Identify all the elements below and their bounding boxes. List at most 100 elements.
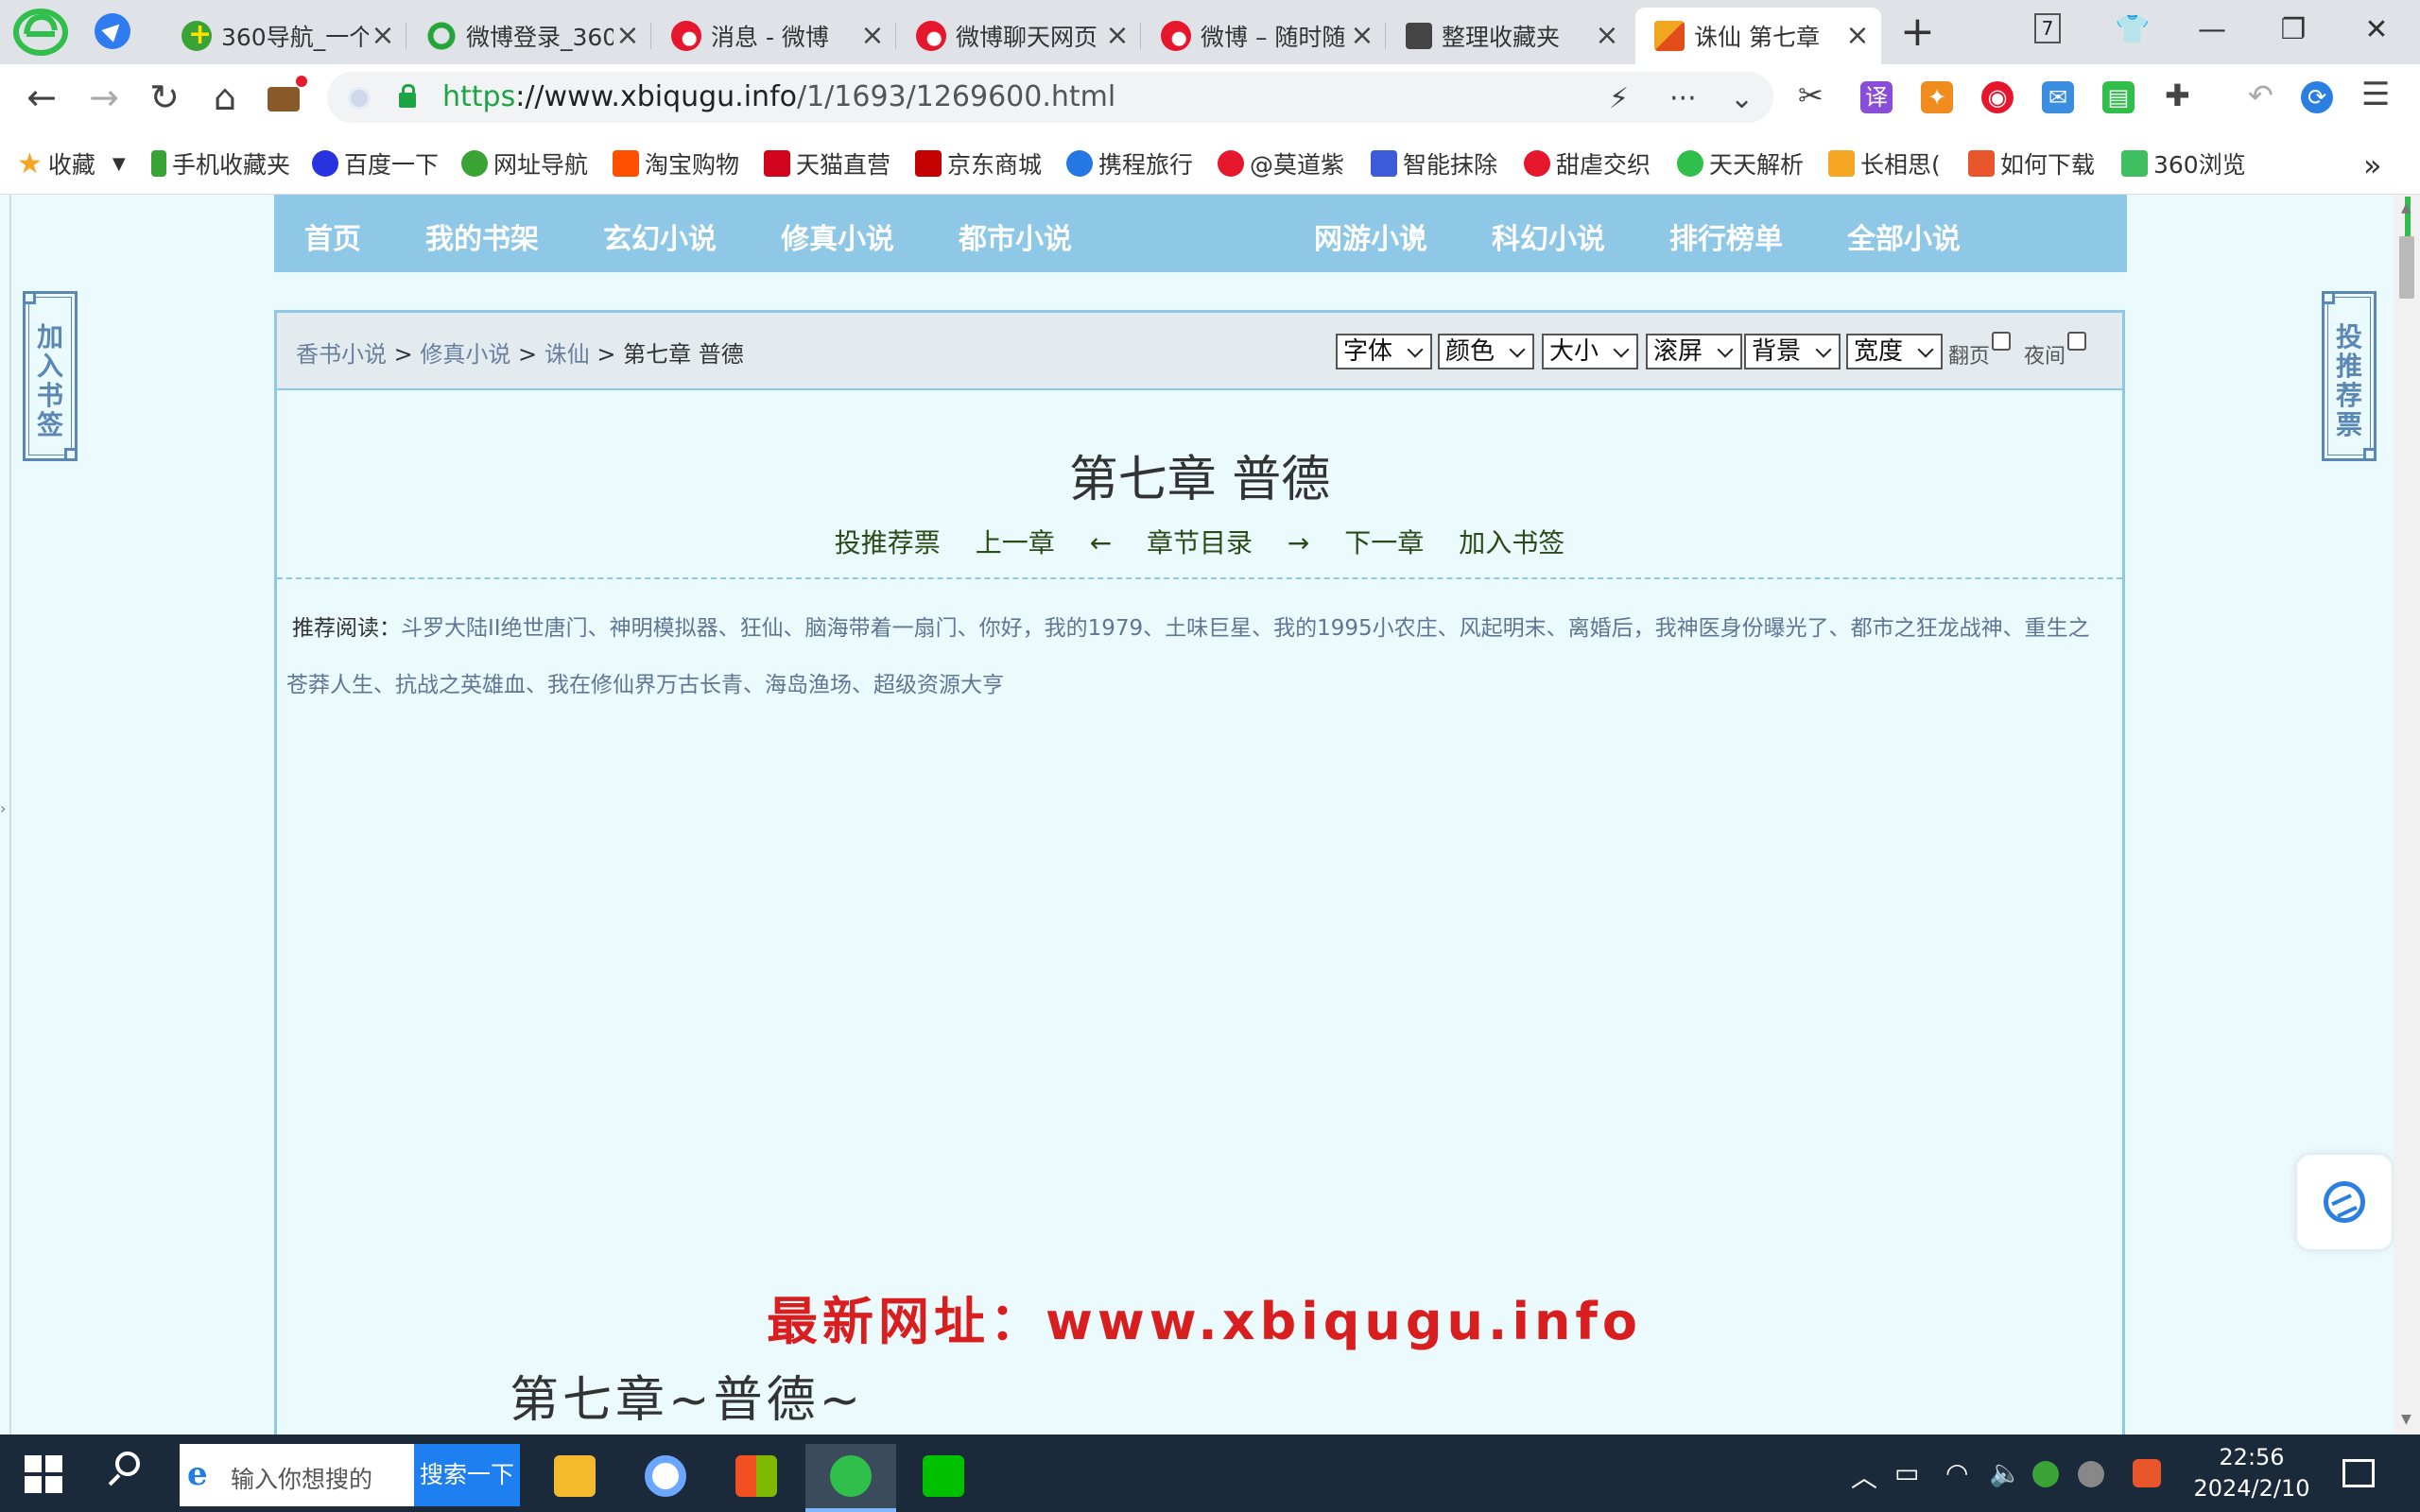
floating-assistant-button[interactable] [2297, 1155, 2392, 1249]
restore-icon[interactable]: ❐ [2274, 13, 2312, 46]
close-tab-icon[interactable]: × [369, 22, 397, 50]
night-mode-checkbox[interactable] [2067, 332, 2087, 351]
close-tab-icon[interactable]: × [858, 22, 887, 50]
bookmark-item[interactable]: 360浏览 [2121, 147, 2244, 180]
store-icon[interactable] [711, 1444, 802, 1512]
bookmark-item[interactable]: 甜虐交织 [1524, 147, 1654, 180]
bookmark-item[interactable]: 如何下载 [1968, 147, 2100, 180]
recommend-books[interactable]: 斗罗大陆II绝世唐门、神明模拟器、狂仙、脑海带着一扇门、你好，我的1979、土味… [286, 616, 2090, 697]
font-select[interactable]: 字体 [1336, 334, 1433, 369]
tab-weibo-chat[interactable]: 微博聊天网页 × [897, 8, 1141, 64]
360-browser-logo-icon[interactable] [13, 8, 68, 57]
bookmark-item[interactable]: 手机收藏夹 [151, 147, 290, 180]
back-icon[interactable]: ← [21, 77, 62, 117]
more-options-icon[interactable]: ··· [1669, 82, 1697, 115]
wifi-icon[interactable]: ◠ [1945, 1457, 1968, 1488]
menu-icon[interactable]: ☰ [2361, 76, 2390, 113]
vote-link[interactable]: 投推荐票 [835, 527, 941, 558]
color-select[interactable]: 颜色 [1438, 334, 1535, 369]
width-select[interactable]: 宽度 [1846, 334, 1944, 369]
scissors-icon[interactable]: ✂ [1798, 77, 1824, 113]
file-explorer-icon[interactable] [529, 1444, 620, 1512]
bookmark-item[interactable]: 天猫直营 [764, 147, 890, 180]
close-tab-icon[interactable]: × [1593, 22, 1621, 50]
notes-icon[interactable]: ▤ [2102, 81, 2135, 113]
bookmark-favorites[interactable]: ★ 收藏 ▼ [17, 147, 126, 180]
tab-counter[interactable]: 7 [2034, 13, 2061, 43]
close-tab-icon[interactable]: × [1103, 22, 1132, 50]
next-chapter-link[interactable]: 下一章 [1344, 527, 1424, 558]
briefcase-icon[interactable] [263, 76, 307, 112]
background-select[interactable]: 背景 [1744, 334, 1841, 369]
extensions-icon[interactable]: ✚ [2165, 77, 2190, 113]
breadcrumb-site[interactable]: 香书小说 [296, 341, 387, 368]
breadcrumb-book[interactable]: 诛仙 [544, 341, 590, 368]
address-bar[interactable]: https://www.xbiqugu.info/1/1693/1269600.… [327, 72, 1773, 123]
bookmark-item[interactable]: 淘宝购物 [613, 147, 739, 180]
pinned-tab-icon[interactable] [95, 13, 130, 49]
nav-xiuzhen[interactable]: 修真小说 [781, 215, 894, 257]
reload-icon[interactable]: ↻ [144, 77, 185, 117]
volume-icon[interactable]: 🔈 [1989, 1457, 2022, 1488]
nav-ranking[interactable]: 排行榜单 [1669, 215, 1783, 257]
night-mode-toggle[interactable]: 夜间 [2024, 332, 2087, 369]
bookmark-item[interactable]: 京东商城 [915, 147, 1042, 180]
bookmark-item[interactable]: @莫道紫 [1218, 147, 1348, 180]
add-bookmark-link[interactable]: 加入书签 [1459, 527, 1564, 558]
close-tab-icon[interactable]: × [1843, 22, 1872, 50]
360-tray-icon[interactable] [2032, 1461, 2059, 1487]
bookmark-item[interactable]: 携程旅行 [1066, 147, 1193, 180]
search-icon[interactable] [115, 1452, 140, 1476]
toc-link[interactable]: 章节目录 [1147, 527, 1253, 558]
bookmark-item[interactable]: 天天解析 [1677, 147, 1807, 180]
lightning-icon[interactable]: ⚡ [1609, 82, 1629, 115]
show-hidden-icons[interactable]: ︿ [1851, 1457, 1877, 1495]
scrollbar-thumb[interactable] [2399, 236, 2414, 299]
app-hub-icon[interactable] [620, 1444, 711, 1512]
tab-360-nav[interactable]: 360导航_一个 × [163, 8, 406, 64]
weibo-icon[interactable]: ◉ [1981, 81, 2014, 113]
battery-icon[interactable]: ▭ [1894, 1457, 1919, 1488]
minimize-icon[interactable]: — [2193, 13, 2231, 46]
new-tab-icon[interactable]: + [1900, 11, 1935, 53]
side-vote-button[interactable]: 投推荐票 [2322, 291, 2377, 461]
taskbar-search-placeholder[interactable]: 输入你想搜的 [231, 1461, 372, 1495]
chevron-down-icon[interactable]: ⌄ [1730, 82, 1754, 115]
iqiyi-icon[interactable] [898, 1444, 989, 1512]
windows-start-icon[interactable] [25, 1455, 62, 1493]
tab-weibo-login[interactable]: 微博登录_360 × [407, 8, 651, 64]
page-flip-toggle[interactable]: 翻页 [1948, 332, 2012, 369]
skin-icon[interactable]: 👕 [2114, 13, 2152, 46]
dropdown-icon[interactable]: ▼ [112, 154, 126, 174]
lock-icon[interactable] [399, 84, 416, 108]
prev-chapter-link[interactable]: 上一章 [976, 527, 1055, 558]
nav-home[interactable]: 首页 [304, 215, 361, 257]
sync-icon[interactable]: ⟳ [2301, 81, 2333, 113]
close-tab-icon[interactable]: × [614, 22, 642, 50]
nav-all-novels[interactable]: 全部小说 [1847, 215, 1961, 257]
360-browser-taskbar-icon[interactable] [805, 1444, 896, 1512]
home-icon[interactable]: ⌂ [204, 77, 246, 117]
bookmark-item[interactable]: 智能抹除 [1371, 147, 1501, 180]
tab-bookmark-manager[interactable]: 整理收藏夹 × [1387, 8, 1631, 64]
undo-icon[interactable]: ↶ [2248, 77, 2273, 113]
sogou-input-icon[interactable] [2133, 1459, 2161, 1487]
bookmark-item[interactable]: 百度一下 [312, 147, 439, 180]
notification-center-icon[interactable] [2342, 1459, 2375, 1487]
breadcrumb-category[interactable]: 修真小说 [420, 341, 510, 368]
taskbar-search-button[interactable]: 搜索一下 [414, 1444, 520, 1506]
page-scrollbar[interactable]: ▲ ▼ [2394, 195, 2420, 1435]
sidebar-toggle-icon[interactable]: › [0, 799, 6, 817]
security-shield-icon[interactable] [348, 87, 371, 110]
nav-dushi[interactable]: 都市小说 [959, 215, 1072, 257]
scroll-up-icon[interactable]: ▲ [2401, 200, 2411, 215]
game-icon[interactable]: ✦ [1921, 81, 1953, 113]
tab-zhuxian-chapter[interactable]: 诛仙 第七章 × [1635, 8, 1881, 64]
close-window-icon[interactable]: ✕ [2358, 13, 2395, 46]
close-tab-icon[interactable]: × [1348, 22, 1376, 50]
page-flip-checkbox[interactable] [1992, 332, 2012, 351]
tab-weibo-messages[interactable]: 消息 - 微博 × [652, 8, 896, 64]
forward-icon[interactable]: → [83, 77, 125, 117]
more-bookmarks-icon[interactable]: » [2363, 147, 2382, 183]
bookmark-item[interactable]: 网址导航 [461, 147, 588, 180]
